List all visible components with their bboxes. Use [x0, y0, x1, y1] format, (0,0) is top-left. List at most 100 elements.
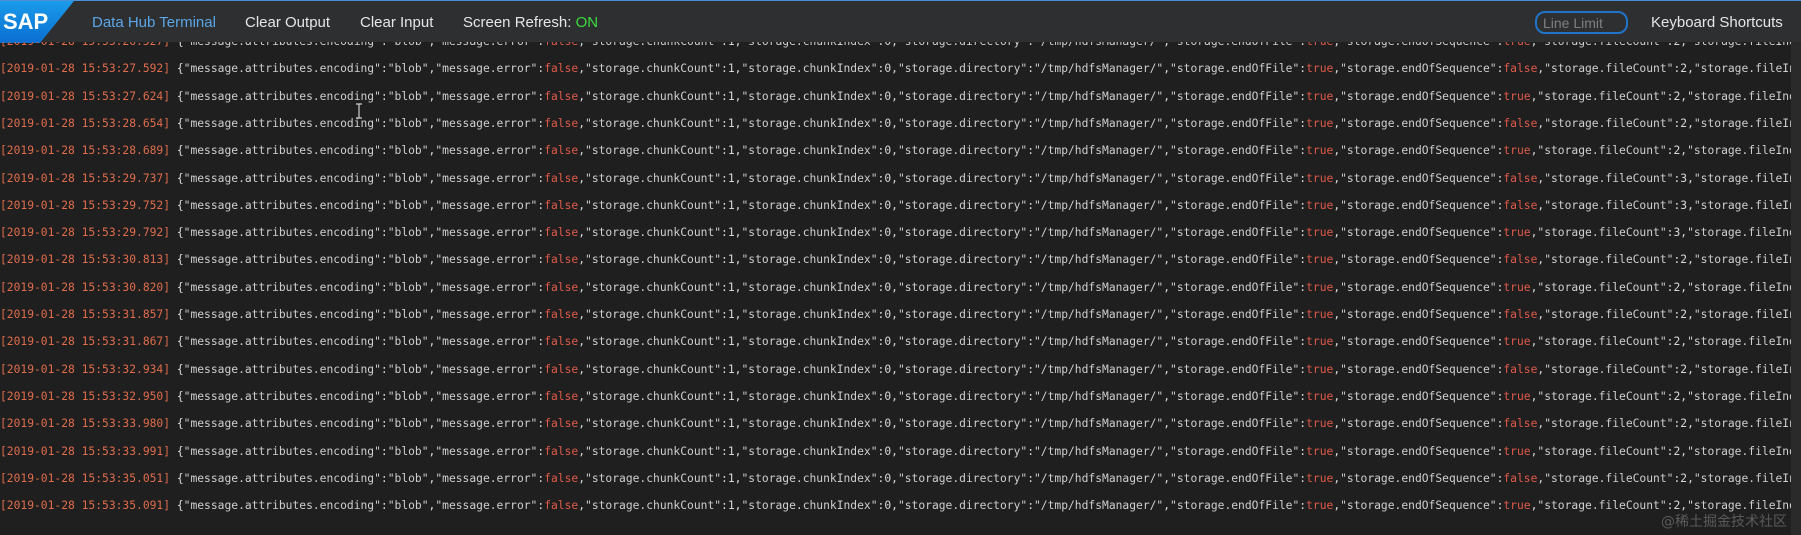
log-token: 1 — [727, 198, 735, 212]
screen-refresh-toggle[interactable]: Screen Refresh: ON — [463, 1, 598, 43]
log-token: false — [1503, 62, 1538, 76]
log-token: "storage.endOfFile" — [1170, 42, 1299, 48]
log-token: "storage.endOfFile" — [1170, 444, 1300, 458]
log-token: 2 — [1673, 42, 1680, 48]
log-token: "storage.chunkIndex" — [741, 253, 878, 267]
log-token: "storage.fileIndex" — [1693, 308, 1801, 321]
terminal-app: SAP Data Hub Terminal Clear Output Clear… — [0, 0, 1801, 535]
clear-input-button[interactable]: Clear Input — [360, 1, 433, 43]
log-token: "blob" — [387, 335, 429, 349]
log-token: "storage.endOfFile" — [1170, 226, 1300, 240]
log-line: [2019-01-28 15:53:35.091] {"message.attr… — [0, 499, 1801, 526]
log-token: 1 — [727, 62, 735, 76]
log-token: "storage.chunkIndex" — [741, 62, 878, 76]
log-token: 2 — [1673, 335, 1681, 349]
log-token: "storage.fileIndex" — [1693, 62, 1801, 76]
log-line: [2019-01-28 15:53:32.934] {"message.attr… — [0, 363, 1801, 390]
log-token: "storage.fileCount" — [1537, 89, 1667, 103]
title-data-hub-terminal[interactable]: Data Hub Terminal — [92, 1, 216, 43]
log-timestamp: [2019-01-28 15:53:33.991] — [0, 444, 171, 458]
log-token: 0 — [884, 471, 892, 485]
log-token: "storage.endOfFile" — [1170, 62, 1300, 76]
keyboard-shortcuts-button[interactable]: Keyboard Shortcuts — [1651, 1, 1783, 43]
log-token: "storage.directory" — [897, 389, 1028, 403]
log-token: "storage.directory" — [897, 226, 1028, 240]
log-token: true — [1503, 389, 1531, 403]
log-token: 2 — [1680, 308, 1688, 321]
log-token: "/tmp/hdfsManager/" — [1034, 253, 1164, 267]
log-token: 1 — [727, 362, 735, 376]
sap-logo-icon: SAP — [0, 1, 74, 43]
log-token: "storage.chunkCount" — [585, 89, 722, 103]
log-token: "storage.chunkCount" — [585, 389, 722, 403]
log-token: "message.error" — [435, 62, 538, 76]
log-token: "storage.endOfSequence" — [1340, 116, 1497, 130]
log-token: 0 — [884, 62, 892, 76]
log-token: "blob" — [387, 444, 429, 458]
log-token: 2 — [1680, 62, 1688, 76]
log-token: false — [544, 444, 579, 458]
log-token: "storage.endOfSequence" — [1340, 471, 1497, 485]
log-token: false — [1503, 471, 1538, 485]
log-token: false — [544, 335, 579, 349]
log-token: "blob" — [387, 389, 429, 403]
log-token: "storage.fileCount" — [1537, 42, 1666, 48]
log-token: "storage.fileCount" — [1537, 444, 1667, 458]
log-token: "storage.chunkCount" — [585, 499, 722, 513]
log-token: "storage.fileCount" — [1544, 362, 1674, 376]
log-token: "blob" — [387, 499, 429, 513]
log-token: false — [544, 253, 579, 267]
log-token: "storage.endOfFile" — [1170, 362, 1300, 376]
log-token: "message.attributes.encoding" — [183, 198, 381, 212]
log-token: "message.error" — [435, 335, 538, 349]
log-token: "storage.fileCount" — [1544, 171, 1674, 185]
log-token: false — [544, 389, 579, 403]
log-token: "storage.chunkIndex" — [741, 198, 878, 212]
log-timestamp: [2019-01-28 15:53:28.689] — [0, 144, 171, 158]
clear-output-button[interactable]: Clear Output — [245, 1, 330, 43]
log-token: "storage.chunkCount" — [585, 42, 721, 48]
log-token: "blob" — [387, 308, 429, 321]
log-timestamp: [2019-01-28 15:53:27.592] — [0, 62, 171, 76]
log-token: "storage.fileCount" — [1537, 389, 1667, 403]
log-token: "storage.endOfFile" — [1170, 171, 1300, 185]
log-token: "storage.endOfFile" — [1170, 253, 1300, 267]
log-token: "storage.chunkIndex" — [741, 226, 878, 240]
log-token: "storage.endOfFile" — [1170, 471, 1300, 485]
log-token: "storage.chunkIndex" — [741, 116, 878, 130]
log-token: "storage.directory" — [897, 444, 1028, 458]
scrollbar-track[interactable] — [1791, 42, 1801, 535]
log-token: "storage.chunkCount" — [585, 171, 722, 185]
log-token: "storage.fileIndex" — [1687, 444, 1801, 458]
log-token: false — [1503, 362, 1538, 376]
log-token: "/tmp/hdfsManager/" — [1034, 471, 1164, 485]
log-token: "/tmp/hdfsManager/" — [1034, 389, 1164, 403]
log-token: true — [1503, 226, 1531, 240]
log-line: [2019-01-28 15:53:30.820] {"message.attr… — [0, 281, 1801, 308]
log-line: [2019-01-28 15:53:30.813] {"message.attr… — [0, 253, 1801, 280]
log-token: false — [544, 499, 579, 513]
log-token: "storage.endOfFile" — [1170, 308, 1300, 321]
log-token: "storage.fileCount" — [1544, 62, 1674, 76]
log-token: "storage.chunkCount" — [585, 144, 722, 158]
log-token: 2 — [1673, 144, 1681, 158]
log-token: "storage.chunkCount" — [585, 308, 722, 321]
log-token: 3 — [1680, 171, 1688, 185]
log-token: "storage.chunkIndex" — [741, 499, 878, 513]
log-token: "blob" — [387, 144, 429, 158]
log-token: "blob" — [387, 89, 429, 103]
log-timestamp: [2019-01-28 15:53:32.934] — [0, 362, 171, 376]
log-token: 1 — [727, 89, 735, 103]
log-token: "message.error" — [435, 42, 537, 48]
log-token: "storage.endOfSequence" — [1340, 144, 1497, 158]
log-token: "message.error" — [435, 444, 538, 458]
log-token: "message.attributes.encoding" — [183, 499, 381, 513]
log-token: "storage.directory" — [897, 280, 1028, 294]
line-limit-input[interactable] — [1535, 11, 1628, 34]
log-token: "blob" — [387, 198, 429, 212]
log-token: 2 — [1680, 362, 1688, 376]
log-token: "storage.chunkCount" — [585, 335, 722, 349]
log-token: "storage.endOfFile" — [1170, 499, 1300, 513]
log-token: 0 — [884, 335, 892, 349]
log-token: false — [1503, 171, 1538, 185]
